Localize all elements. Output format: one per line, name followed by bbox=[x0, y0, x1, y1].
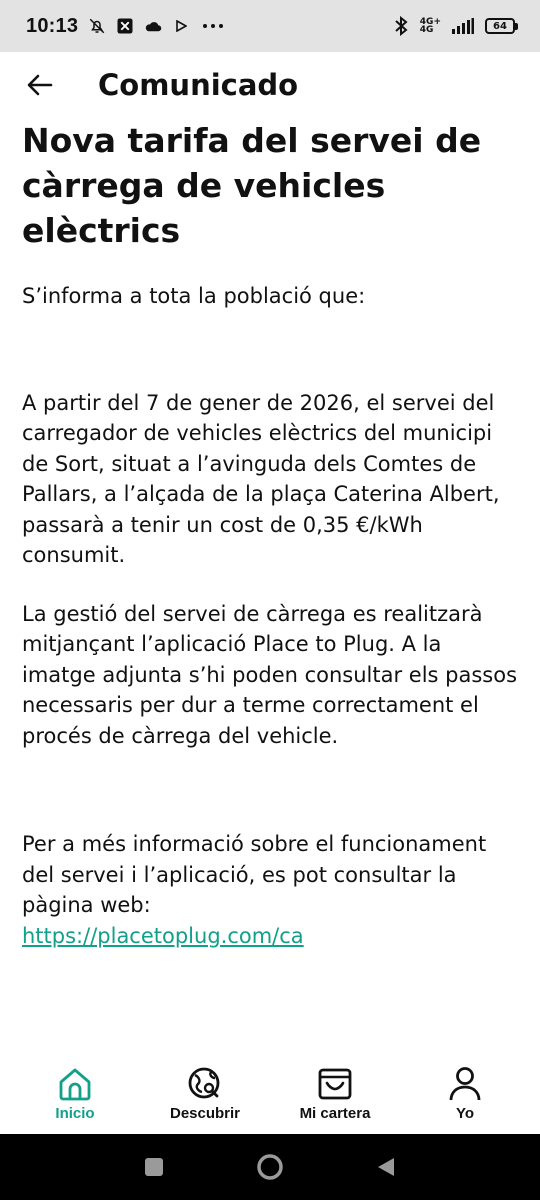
arrow-left-icon bbox=[27, 74, 53, 96]
back-button[interactable] bbox=[24, 69, 56, 101]
nav-item-mi-cartera[interactable]: Mi cartera bbox=[280, 1066, 390, 1134]
status-left: 10:13 bbox=[26, 15, 226, 38]
nav-label-mi-cartera: Mi cartera bbox=[299, 1105, 371, 1122]
paragraph-more-info: Per a més informació sobre el funcioname… bbox=[22, 829, 518, 951]
home-system-button[interactable] bbox=[256, 1153, 284, 1181]
bottom-nav: Inicio Descubrir Mi cartera Yo bbox=[0, 1058, 540, 1134]
network-type: 4G+ 4G bbox=[419, 18, 441, 35]
paragraph-management: La gestió del servei de càrrega es reali… bbox=[22, 601, 518, 748]
circle-icon bbox=[257, 1154, 283, 1180]
nav-item-yo[interactable]: Yo bbox=[410, 1066, 520, 1134]
paragraph-tariff: A partir del 7 de gener de 2026, el serv… bbox=[22, 390, 500, 568]
bluetooth-icon bbox=[392, 16, 410, 36]
triangle-back-icon bbox=[378, 1158, 394, 1176]
home-icon bbox=[57, 1066, 93, 1102]
discover-globe-icon bbox=[187, 1066, 223, 1102]
paragraph-intro: S’informa a tota la població que: bbox=[22, 284, 366, 308]
back-system-button[interactable] bbox=[376, 1156, 396, 1178]
battery-level: 64 bbox=[485, 18, 515, 34]
app-bar: Comunicado bbox=[0, 52, 540, 118]
nav-item-inicio[interactable]: Inicio bbox=[20, 1066, 130, 1134]
article-title: Nova tarifa del servei de càrrega de veh… bbox=[22, 121, 482, 250]
wallet-icon bbox=[317, 1066, 353, 1102]
nav-item-descubrir[interactable]: Descubrir bbox=[150, 1066, 260, 1134]
nav-label-yo: Yo bbox=[455, 1105, 475, 1122]
user-icon bbox=[447, 1066, 483, 1102]
website-link[interactable]: https://placetoplug.com/ca bbox=[22, 924, 304, 948]
square-icon bbox=[145, 1158, 163, 1176]
app-x-icon bbox=[116, 17, 134, 35]
more-dots-icon bbox=[200, 17, 226, 35]
system-nav-bar bbox=[0, 1134, 540, 1200]
network-label-bottom: 4G bbox=[419, 25, 434, 35]
status-time: 10:13 bbox=[26, 14, 79, 37]
status-right: 4G+ 4G 64 bbox=[392, 16, 518, 36]
recents-button[interactable] bbox=[144, 1157, 164, 1177]
bell-off-icon bbox=[88, 17, 106, 35]
battery-icon: 64 bbox=[485, 18, 518, 34]
status-bar: 10:13 4G+ 4G 64 bbox=[0, 0, 540, 52]
article-content[interactable]: Nova tarifa del servei de càrrega de veh… bbox=[0, 118, 540, 1058]
more-info-text: Per a més informació sobre el funcioname… bbox=[22, 832, 487, 917]
play-icon bbox=[172, 17, 190, 35]
cloud-icon bbox=[144, 17, 162, 35]
page-title: Comunicado bbox=[98, 68, 299, 102]
signal-icon bbox=[451, 17, 475, 35]
nav-label-inicio: Inicio bbox=[55, 1105, 95, 1122]
nav-label-descubrir: Descubrir bbox=[169, 1105, 241, 1122]
